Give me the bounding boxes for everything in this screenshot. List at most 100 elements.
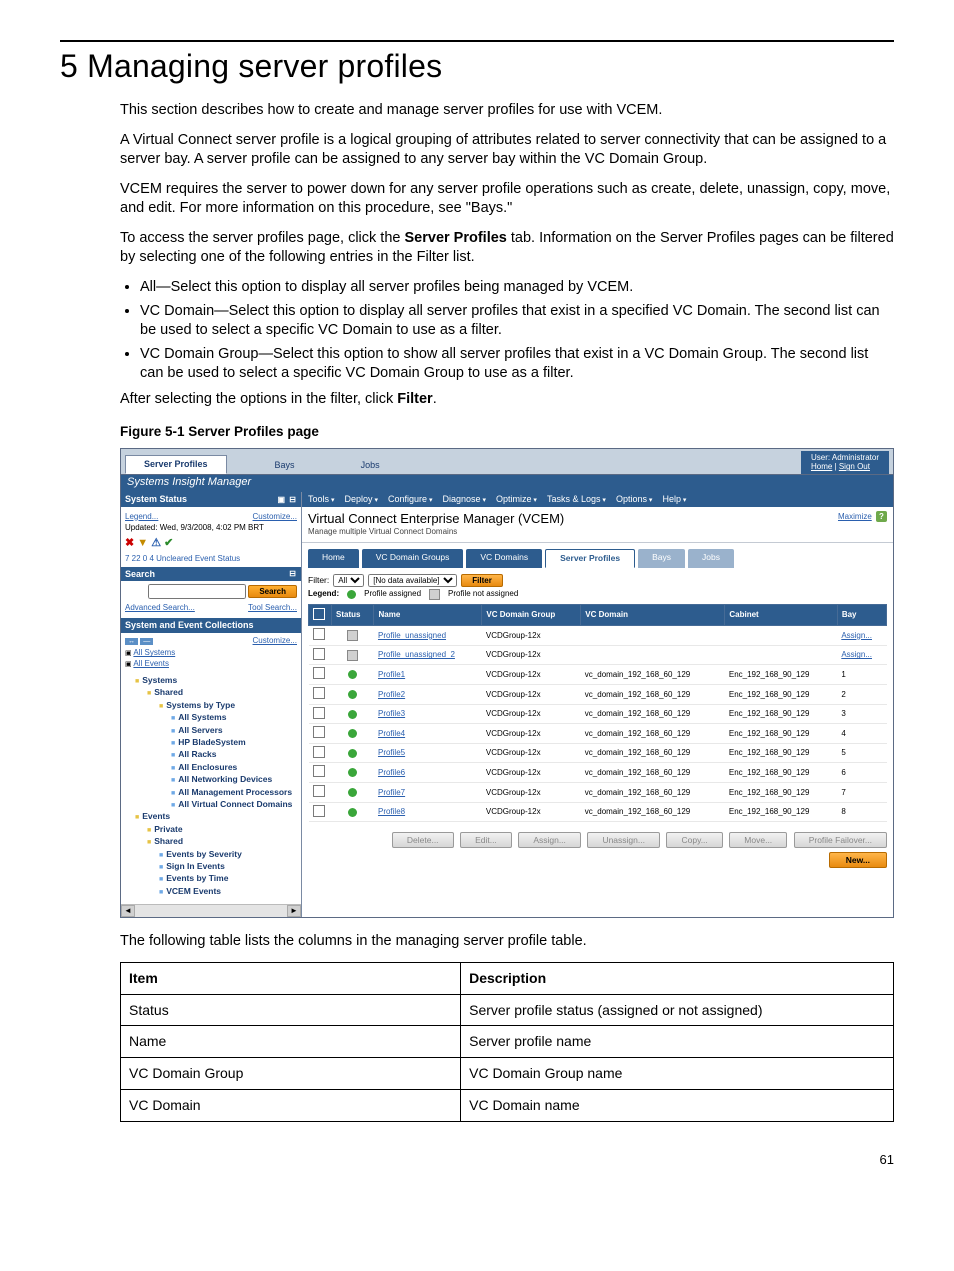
menu-optimize[interactable]: Optimize xyxy=(496,494,537,505)
inner-tab-bays[interactable]: Bays xyxy=(638,549,685,567)
table-row[interactable]: Profile5VCDGroup-12xvc_domain_192_168_60… xyxy=(309,743,887,763)
filter-button[interactable]: Filter xyxy=(461,574,503,587)
tree-all-racks[interactable]: All Racks xyxy=(178,749,216,759)
col-name[interactable]: Name xyxy=(374,604,482,626)
tree-all-mgmt-proc[interactable]: All Management Processors xyxy=(178,787,292,797)
row-checkbox[interactable] xyxy=(313,707,325,719)
table-row[interactable]: Profile1VCDGroup-12xvc_domain_192_168_60… xyxy=(309,665,887,685)
inner-tab-server-profiles[interactable]: Server Profiles xyxy=(545,549,635,567)
filter-select[interactable]: All xyxy=(333,574,364,587)
table-row[interactable]: Profile4VCDGroup-12xvc_domain_192_168_60… xyxy=(309,724,887,744)
row-checkbox[interactable] xyxy=(313,726,325,738)
tree-events-severity[interactable]: Events by Severity xyxy=(166,849,242,859)
table-row[interactable]: Profile6VCDGroup-12xvc_domain_192_168_60… xyxy=(309,763,887,783)
failover-button[interactable]: Profile Failover... xyxy=(794,832,887,848)
table-row[interactable]: Profile8VCDGroup-12xvc_domain_192_168_60… xyxy=(309,802,887,822)
tree-signin-events[interactable]: Sign In Events xyxy=(166,861,225,871)
col-status[interactable]: Status xyxy=(332,604,374,626)
delete-button[interactable]: Delete... xyxy=(392,832,454,848)
menu-diagnose[interactable]: Diagnose xyxy=(442,494,486,505)
help-icon[interactable]: ? xyxy=(876,511,887,522)
tree-private[interactable]: Private xyxy=(154,824,182,834)
tree-all-systems[interactable]: All Systems xyxy=(178,712,226,722)
top-tab-server-profiles[interactable]: Server Profiles xyxy=(125,455,227,474)
expand-all-icon[interactable]: ↔ xyxy=(125,638,138,645)
menu-configure[interactable]: Configure xyxy=(388,494,433,505)
menu-tools[interactable]: Tools xyxy=(308,494,334,505)
profile-name-link[interactable]: Profile5 xyxy=(378,748,405,757)
signout-link[interactable]: Sign Out xyxy=(839,462,870,471)
select-all-checkbox[interactable] xyxy=(313,608,325,620)
profile-name-link[interactable]: Profile7 xyxy=(378,788,405,797)
profile-name-link[interactable]: Profile3 xyxy=(378,709,405,718)
all-events-link[interactable]: All Events xyxy=(133,659,169,668)
tree-shared2[interactable]: Shared xyxy=(154,836,183,846)
maximize-link[interactable]: Maximize xyxy=(838,512,872,521)
home-link[interactable]: Home xyxy=(811,462,832,471)
tree-shared[interactable]: Shared xyxy=(154,687,183,697)
tree-events-time[interactable]: Events by Time xyxy=(166,873,228,883)
table-row[interactable]: Profile3VCDGroup-12xvc_domain_192_168_60… xyxy=(309,704,887,724)
inner-tab-vcd[interactable]: VC Domains xyxy=(466,549,542,567)
col-bay[interactable]: Bay xyxy=(837,604,886,626)
tree-all-servers[interactable]: All Servers xyxy=(178,725,222,735)
col-cabinet[interactable]: Cabinet xyxy=(725,604,837,626)
copy-button[interactable]: Copy... xyxy=(666,832,722,848)
table-row[interactable]: Profile7VCDGroup-12xvc_domain_192_168_60… xyxy=(309,783,887,803)
profile-name-link[interactable]: Profile2 xyxy=(378,690,405,699)
unassign-button[interactable]: Unassign... xyxy=(587,832,660,848)
menu-deploy[interactable]: Deploy xyxy=(344,494,377,505)
tree-all-networking[interactable]: All Networking Devices xyxy=(178,774,272,784)
profile-name-link[interactable]: Profile4 xyxy=(378,729,405,738)
collections-customize-link[interactable]: Customize... xyxy=(253,636,297,646)
inner-tab-vcdg[interactable]: VC Domain Groups xyxy=(362,549,464,567)
move-button[interactable]: Move... xyxy=(729,832,787,848)
edit-button[interactable]: Edit... xyxy=(460,832,512,848)
legend-link[interactable]: Legend... xyxy=(125,512,158,522)
search-collapse-icon[interactable]: ⊟ xyxy=(289,569,297,579)
tree-systems-by-type[interactable]: Systems by Type xyxy=(166,700,235,710)
table-row[interactable]: Profile_unassignedVCDGroup-12xAssign... xyxy=(309,626,887,646)
menu-tasks-logs[interactable]: Tasks & Logs xyxy=(547,494,606,505)
col-vcdg[interactable]: VC Domain Group xyxy=(482,604,581,626)
profile-name-link[interactable]: Profile1 xyxy=(378,670,405,679)
row-checkbox[interactable] xyxy=(313,628,325,640)
row-checkbox[interactable] xyxy=(313,667,325,679)
tree-events[interactable]: Events xyxy=(142,811,170,821)
collapse-all-icon[interactable]: — xyxy=(140,638,153,645)
col-vcd[interactable]: VC Domain xyxy=(581,604,725,626)
new-button[interactable]: New... xyxy=(829,852,887,868)
row-checkbox[interactable] xyxy=(313,746,325,758)
menu-options[interactable]: Options xyxy=(616,494,653,505)
inner-tab-home[interactable]: Home xyxy=(308,549,359,567)
row-checkbox[interactable] xyxy=(313,785,325,797)
row-checkbox[interactable] xyxy=(313,765,325,777)
tool-search-link[interactable]: Tool Search... xyxy=(248,603,297,613)
table-row[interactable]: Profile_unassigned_2VCDGroup-12xAssign..… xyxy=(309,645,887,665)
all-systems-link[interactable]: All Systems xyxy=(133,648,175,657)
tree-all-vc-domains[interactable]: All Virtual Connect Domains xyxy=(178,799,292,809)
filter-select-2[interactable]: [No data available] xyxy=(368,574,457,587)
top-tab-jobs[interactable]: Jobs xyxy=(343,457,398,474)
assign-link[interactable]: Assign... xyxy=(841,650,872,659)
customize-link[interactable]: Customize... xyxy=(253,512,297,522)
tree-systems[interactable]: Systems xyxy=(142,675,177,685)
profile-name-link[interactable]: Profile6 xyxy=(378,768,405,777)
profile-name-link[interactable]: Profile_unassigned xyxy=(378,631,446,640)
tree-hp-bladesystem[interactable]: HP BladeSystem xyxy=(178,737,245,747)
tree-vcem-events[interactable]: VCEM Events xyxy=(166,886,221,896)
profile-name-link[interactable]: Profile8 xyxy=(378,807,405,816)
search-button[interactable]: Search xyxy=(248,585,297,598)
tree-all-enclosures[interactable]: All Enclosures xyxy=(178,762,237,772)
horizontal-scrollbar[interactable]: ◄► xyxy=(121,904,301,917)
profile-name-link[interactable]: Profile_unassigned_2 xyxy=(378,650,455,659)
assign-button[interactable]: Assign... xyxy=(518,832,581,848)
row-checkbox[interactable] xyxy=(313,648,325,660)
advanced-search-link[interactable]: Advanced Search... xyxy=(125,603,195,613)
assign-link[interactable]: Assign... xyxy=(841,631,872,640)
row-checkbox[interactable] xyxy=(313,687,325,699)
panel-controls-icon[interactable]: ▣ ⊟ xyxy=(278,495,297,505)
top-tab-bays[interactable]: Bays xyxy=(257,457,313,474)
inner-tab-jobs[interactable]: Jobs xyxy=(688,549,734,567)
table-row[interactable]: Profile2VCDGroup-12xvc_domain_192_168_60… xyxy=(309,685,887,705)
